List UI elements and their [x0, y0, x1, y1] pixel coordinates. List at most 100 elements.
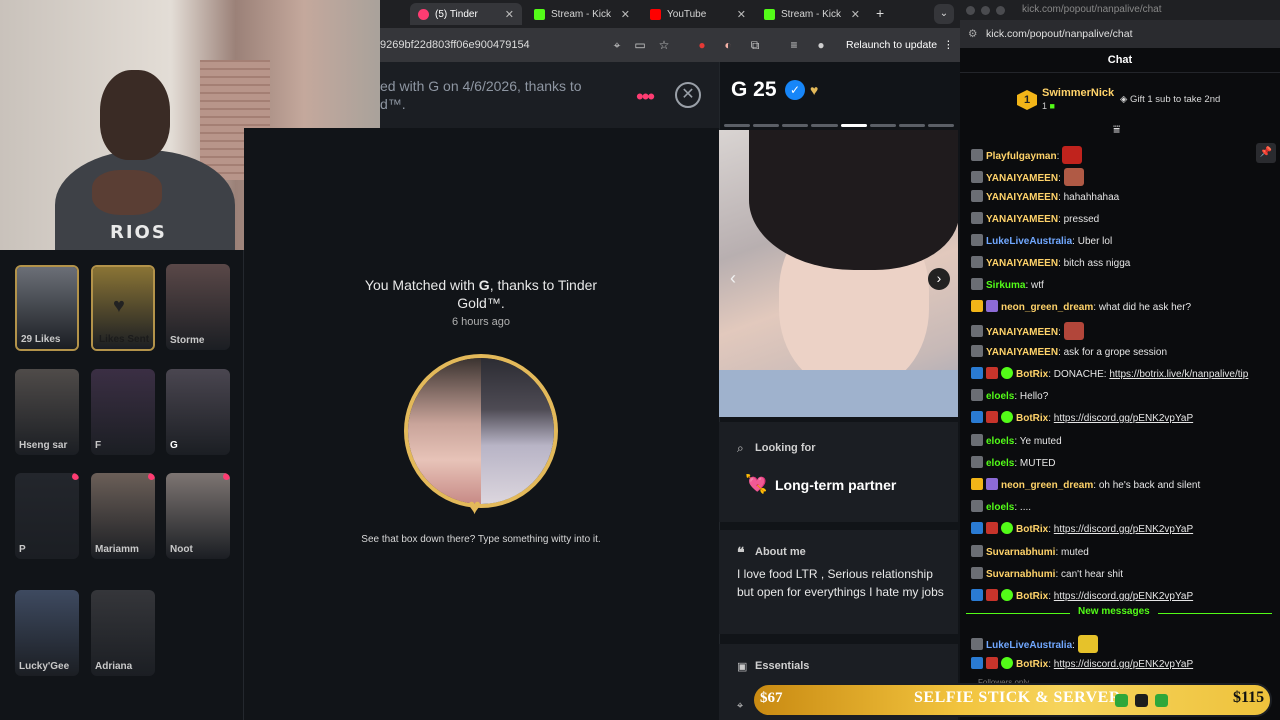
badge-icon	[986, 657, 998, 669]
chat-message: YANAIYAMEEN:	[971, 322, 1263, 340]
gift-box-icon: ◈	[1120, 94, 1128, 105]
tab-youtube[interactable]: YouTube ✕	[642, 3, 754, 25]
extension-icon[interactable]: ◐	[721, 38, 735, 52]
match-card-p[interactable]: P	[15, 473, 79, 559]
chat-separator: :	[1058, 173, 1064, 184]
tab-tinder[interactable]: (5) Tinder ✕	[410, 3, 522, 25]
tab-kick-2[interactable]: Stream - Kick ✕	[756, 3, 868, 25]
looking-for-value: Long-term partner	[775, 477, 897, 493]
chat-username[interactable]: BotRix	[1016, 524, 1048, 535]
chat-address-bar[interactable]: ⚙ kick.com/popout/nanpalive/chat	[960, 20, 1280, 48]
more-options-icon[interactable]: •••	[636, 84, 655, 110]
chat-message: neon_green_dream: oh he's back and silen…	[971, 478, 1263, 493]
chat-link[interactable]: https://discord.gg/pENK2vpYaP	[1054, 413, 1193, 424]
likes-sent-card[interactable]: ♥ Likes Sent	[91, 265, 155, 351]
match-avatar[interactable]	[404, 354, 558, 508]
gift-sub-button[interactable]: ◈ Gift 1 sub to take 2nd	[1120, 94, 1220, 105]
cast-icon[interactable]: ▭	[633, 38, 647, 52]
user-badge-icon	[971, 522, 983, 534]
chat-username[interactable]: eloels	[986, 436, 1014, 447]
match-card-noot[interactable]: Noot	[166, 473, 230, 559]
chat-username[interactable]: BotRix	[1016, 413, 1048, 424]
close-tab-icon[interactable]: ✕	[851, 8, 860, 21]
chat-username[interactable]: YANAIYAMEEN	[986, 214, 1058, 225]
chat-username[interactable]: eloels	[986, 502, 1014, 513]
chat-message: YANAIYAMEEN: ask for a grope session	[971, 345, 1263, 360]
chat-username[interactable]: LukeLiveAustralia	[986, 236, 1072, 247]
badge-icon	[986, 589, 998, 601]
match-card-hseng-sar[interactable]: Hseng sar	[15, 369, 79, 455]
chat-text: MUTED	[1019, 458, 1056, 469]
chat-username[interactable]: Suvarnabhumi	[986, 569, 1055, 580]
profile-photo[interactable]	[719, 130, 958, 417]
tab-search-chevron-icon[interactable]: ⌄	[934, 4, 954, 24]
user-badge-icon	[971, 500, 983, 512]
close-tab-icon[interactable]: ✕	[505, 8, 514, 21]
chat-message: eloels: Ye muted	[971, 434, 1263, 449]
chat-username[interactable]: BotRix	[1016, 369, 1048, 380]
bookmark-star-icon[interactable]: ☆	[657, 38, 671, 52]
chat-message: BotRix: https://discord.gg/pENK2vpYaP	[971, 522, 1263, 537]
chat-username[interactable]: neon_green_dream	[1001, 302, 1093, 313]
likes-card[interactable]: 29 Likes	[15, 265, 79, 351]
location-icon[interactable]: ⌖	[610, 38, 624, 52]
chat-username[interactable]: YANAIYAMEEN	[986, 347, 1058, 358]
chat-username[interactable]: YANAIYAMEEN	[986, 258, 1058, 269]
chat-filter-icon[interactable]: ⩸	[1113, 122, 1120, 137]
profile-avatar-icon[interactable]: ●	[814, 38, 828, 52]
chat-text: bitch ass nigga	[1063, 258, 1131, 269]
chat-message: BotRix: https://discord.gg/pENK2vpYaP	[971, 589, 1263, 604]
close-match-icon[interactable]: ✕	[675, 82, 701, 108]
chat-username[interactable]: neon_green_dream	[1001, 480, 1093, 491]
match-card-lucky-gee[interactable]: Lucky'Gee	[15, 590, 79, 676]
match-card-f[interactable]: F	[91, 369, 155, 455]
chat-username[interactable]: Suvarnabhumi	[986, 547, 1055, 558]
chat-emote-icon	[1063, 322, 1084, 340]
photo-next-chevron-icon[interactable]: ›	[928, 268, 950, 290]
chat-username[interactable]: YANAIYAMEEN	[986, 173, 1058, 184]
new-messages-divider[interactable]: New messages	[966, 606, 1272, 620]
match-card-storme[interactable]: Storme	[166, 264, 230, 350]
new-tab-button[interactable]: +	[876, 5, 884, 21]
window-close-icon[interactable]	[966, 6, 975, 15]
chat-link[interactable]: https://discord.gg/pENK2vpYaP	[1054, 591, 1193, 602]
chat-link[interactable]: https://botrix.live/k/nanpalive/tip	[1109, 369, 1248, 380]
chat-username[interactable]: BotRix	[1016, 591, 1048, 602]
more-menu-icon[interactable]: ⋮	[943, 39, 954, 51]
chat-username[interactable]: Playfulgayman	[986, 151, 1057, 162]
window-minimize-icon[interactable]	[981, 6, 990, 15]
match-card-mariamm[interactable]: Mariamm	[91, 473, 155, 559]
gift-icon: ■	[1049, 101, 1055, 111]
close-tab-icon[interactable]: ✕	[621, 8, 630, 21]
media-controls-icon[interactable]: ≡	[787, 38, 801, 52]
chat-username[interactable]: Sirkuma	[986, 280, 1025, 291]
photo-prev-chevron-icon[interactable]: ‹	[730, 268, 736, 289]
user-badge-icon	[971, 278, 983, 290]
close-tab-icon[interactable]: ✕	[737, 8, 746, 21]
extension-record-icon[interactable]: ●	[695, 38, 709, 52]
chat-username[interactable]: BotRix	[1016, 659, 1048, 670]
looking-for-section	[719, 422, 958, 522]
tab-kick-1[interactable]: Stream - Kick ✕	[526, 3, 638, 25]
chat-text: muted	[1061, 547, 1089, 558]
badge-icon	[986, 411, 998, 423]
chat-text: pressed	[1063, 214, 1100, 225]
window-zoom-icon[interactable]	[996, 6, 1005, 15]
top-gifter-count: 1 ■	[1042, 101, 1055, 111]
chat-text: DONACHE:	[1053, 369, 1110, 380]
match-card-g[interactable]: G	[166, 369, 230, 455]
chat-text: ....	[1019, 502, 1032, 513]
chat-username[interactable]: eloels	[986, 458, 1014, 469]
relaunch-button[interactable]: Relaunch to update ⋮	[838, 36, 962, 54]
extensions-puzzle-icon[interactable]: ⧉	[748, 38, 762, 52]
chat-username[interactable]: LukeLiveAustralia	[986, 640, 1072, 651]
chat-username[interactable]: YANAIYAMEEN	[986, 192, 1058, 203]
chat-emote-icon	[1062, 146, 1083, 164]
chat-username[interactable]: YANAIYAMEEN	[986, 327, 1058, 338]
match-card-adriana[interactable]: Adriana	[91, 590, 155, 676]
chat-username[interactable]: eloels	[986, 391, 1014, 402]
chat-link[interactable]: https://discord.gg/pENK2vpYaP	[1054, 524, 1193, 535]
chat-link[interactable]: https://discord.gg/pENK2vpYaP	[1054, 659, 1193, 670]
site-settings-icon[interactable]: ⚙	[968, 20, 977, 48]
top-gifter-name[interactable]: SwimmerNick	[1042, 87, 1114, 99]
